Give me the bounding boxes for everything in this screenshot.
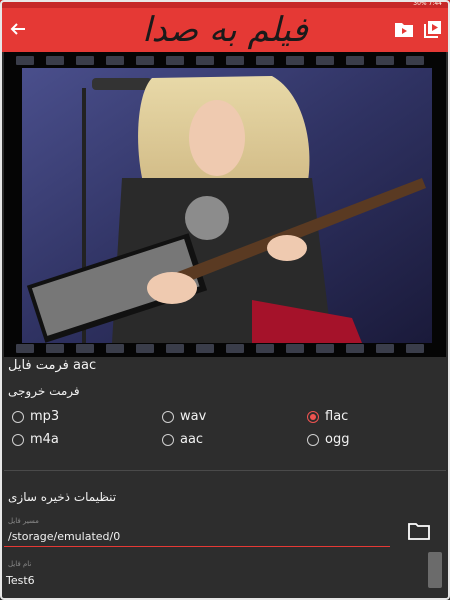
- radio-label: ogg: [325, 432, 350, 447]
- path-caption: مسیر فایل: [8, 517, 39, 525]
- radio-ogg[interactable]: ogg: [307, 432, 349, 447]
- video-thumbnail: [22, 68, 432, 343]
- section-divider: [4, 470, 446, 471]
- save-settings-label: تنظیمات ذخیره سازی: [8, 490, 117, 504]
- app-bar: فیلم به صدا: [0, 8, 450, 52]
- radio-m4a[interactable]: m4a: [12, 432, 59, 447]
- app-title: فیلم به صدا: [142, 10, 308, 50]
- film-strip-preview: [4, 52, 446, 357]
- radio-flac[interactable]: flac: [307, 409, 348, 424]
- path-field-underline: [4, 546, 390, 547]
- folder-icon: [408, 523, 430, 540]
- radio-label: m4a: [30, 432, 59, 447]
- radio-button[interactable]: [307, 433, 319, 446]
- radio-button[interactable]: [12, 433, 24, 446]
- file-format-value: aac: [73, 358, 97, 373]
- output-format-label: فرمت خروجی: [8, 384, 80, 398]
- video-library-icon: [424, 21, 441, 38]
- radio-aac[interactable]: aac: [162, 432, 203, 447]
- scroll-indicator: [428, 552, 442, 588]
- sprocket-row-bottom: [4, 342, 446, 354]
- radio-button-checked[interactable]: [307, 410, 319, 423]
- status-text: 30% 7:44: [413, 0, 442, 7]
- browse-folder-button[interactable]: [408, 522, 432, 542]
- radio-button[interactable]: [162, 433, 174, 446]
- folder-video-button[interactable]: [394, 20, 416, 40]
- radio-mp3[interactable]: mp3: [12, 409, 59, 424]
- radio-button[interactable]: [12, 410, 24, 423]
- radio-wav[interactable]: wav: [162, 409, 206, 424]
- radio-label: mp3: [30, 409, 60, 424]
- sprocket-row-top: [4, 54, 446, 66]
- name-field[interactable]: Test6: [6, 574, 35, 587]
- file-format-row: فرمت فایل aac: [8, 358, 96, 373]
- back-button[interactable]: [8, 20, 28, 40]
- radio-label: aac: [180, 432, 204, 447]
- file-format-label: فرمت فایل: [8, 358, 69, 373]
- path-field[interactable]: /storage/emulated/0: [8, 530, 120, 543]
- folder-video-icon: [395, 23, 413, 37]
- video-library-button[interactable]: [424, 20, 446, 40]
- name-caption: نام فایل: [8, 560, 32, 568]
- radio-label: wav: [180, 409, 207, 424]
- status-bar: 30% 7:44: [0, 0, 450, 8]
- radio-button[interactable]: [162, 410, 174, 423]
- radio-label: flac: [325, 409, 349, 424]
- arrow-left-icon: [10, 23, 25, 35]
